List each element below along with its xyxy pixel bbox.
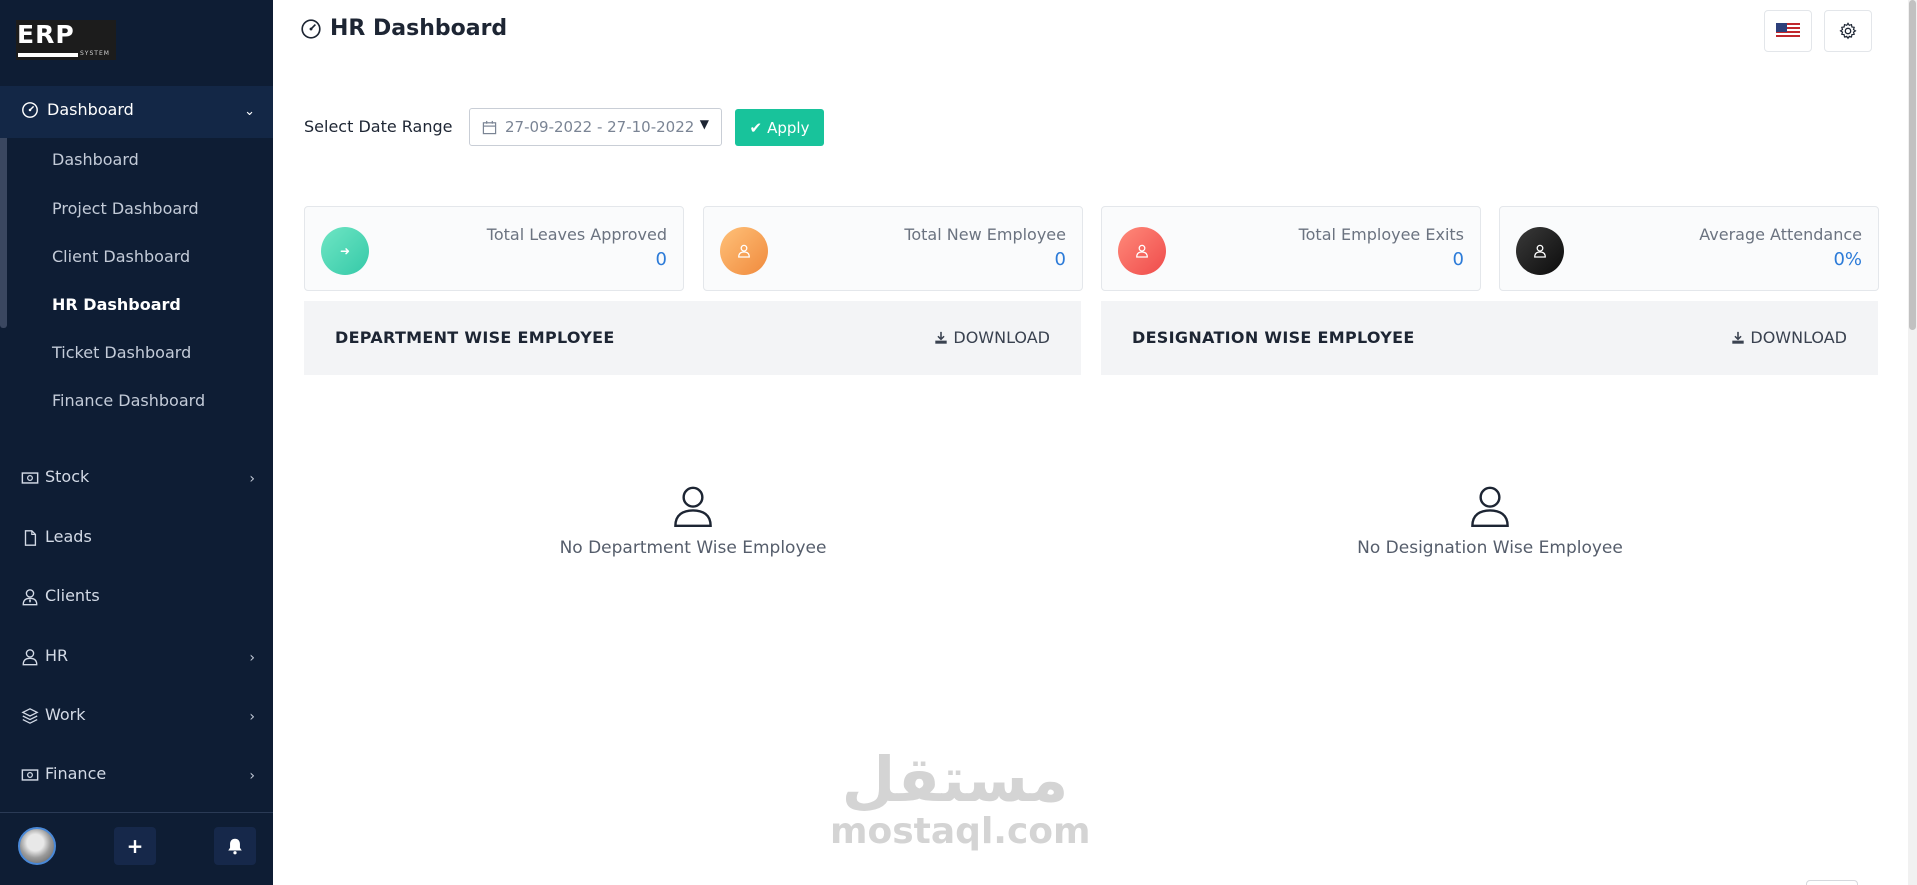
stat-card-employee-exits: Total Employee Exits 0 <box>1101 206 1481 291</box>
user-outline-icon <box>1471 486 1509 528</box>
page-title-text: HR Dashboard <box>330 16 508 41</box>
date-range-picker[interactable]: 27-09-2022 - 27-10-2022 ▼ <box>469 108 722 146</box>
download-label: DOWNLOAD <box>1750 328 1847 347</box>
panel-title: DEPARTMENT WISE EMPLOYEE <box>335 328 615 347</box>
logo-bar <box>18 53 78 57</box>
money-icon <box>21 769 39 781</box>
download-label: DOWNLOAD <box>953 328 1050 347</box>
download-icon <box>935 331 948 344</box>
sidebar-item-label: Stock <box>45 467 90 486</box>
sidebar-item-stock[interactable]: Stock › <box>0 465 273 495</box>
download-button[interactable]: DOWNLOAD <box>1731 328 1847 347</box>
chevron-down-icon: ⌄ <box>244 104 255 119</box>
user-icon <box>1118 227 1166 275</box>
sidebar-sub-dashboard[interactable]: Dashboard <box>52 150 139 169</box>
stat-card-new-employee: Total New Employee 0 <box>703 206 1083 291</box>
download-button[interactable]: DOWNLOAD <box>934 328 1050 347</box>
sidebar-sub-project-dashboard[interactable]: Project Dashboard <box>52 199 199 218</box>
chevron-right-icon: › <box>249 709 255 725</box>
sidebar-item-hr[interactable]: HR › <box>0 644 273 674</box>
settings-button[interactable] <box>1824 10 1872 52</box>
chevron-right-icon: › <box>249 768 255 784</box>
watermark: مستقل mostaql.com <box>830 743 1091 852</box>
apply-button[interactable]: ✔ Apply <box>735 109 824 146</box>
sidebar-sub-finance-dashboard[interactable]: Finance Dashboard <box>52 391 205 410</box>
sidebar-item-leads[interactable]: Leads <box>0 525 273 555</box>
corner-button[interactable] <box>1806 880 1858 885</box>
panel-designation-wise: DESIGNATION WISE EMPLOYEE DOWNLOAD <box>1101 301 1878 375</box>
sidebar-item-label: Clients <box>45 586 100 605</box>
dashboard-gauge-icon <box>22 102 38 118</box>
sidebar-item-label: Leads <box>45 527 92 546</box>
empty-state-text: No Department Wise Employee <box>559 538 827 558</box>
bell-icon <box>228 838 242 855</box>
erp-logo[interactable]: ERP SYSTEM <box>16 20 116 60</box>
date-range-label: Select Date Range <box>304 117 453 136</box>
logo-text: ERP <box>17 20 75 49</box>
stat-value: 0 <box>1054 249 1066 270</box>
stat-label: Average Attendance <box>1699 225 1862 244</box>
date-range-value: 27-09-2022 - 27-10-2022 <box>505 118 695 136</box>
sidebar-item-label: HR <box>45 646 69 665</box>
sidebar-item-clients[interactable]: Clients <box>0 584 273 614</box>
user-icon <box>1516 227 1564 275</box>
apply-label: Apply <box>767 118 810 137</box>
logo-subtext: SYSTEM <box>80 50 110 57</box>
empty-state-text: No Designation Wise Employee <box>1357 538 1623 558</box>
stat-value: 0 <box>1452 249 1464 270</box>
sign-out-icon: ➜ <box>321 227 369 275</box>
panel-department-wise: DEPARTMENT WISE EMPLOYEE DOWNLOAD <box>304 301 1081 375</box>
chevron-right-icon: › <box>249 471 255 487</box>
caret-down-icon: ▼ <box>699 117 709 131</box>
watermark-arabic: مستقل <box>841 743 1069 816</box>
scrollbar-thumb[interactable] <box>1909 0 1916 330</box>
stat-card-average-attendance: Average Attendance 0% <box>1499 206 1879 291</box>
stat-value: 0% <box>1833 249 1862 270</box>
sidebar: ERP SYSTEM Dashboard ⌄ Dashboard Project… <box>0 0 273 885</box>
sidebar-sub-client-dashboard[interactable]: Client Dashboard <box>52 247 190 266</box>
money-icon <box>21 472 39 484</box>
stat-label: Total Employee Exits <box>1298 225 1464 244</box>
stat-label: Total New Employee <box>904 225 1066 244</box>
page-title: HR Dashboard <box>300 16 507 41</box>
sidebar-group-label: Dashboard <box>47 100 134 119</box>
user-icon <box>22 649 38 666</box>
calendar-icon <box>482 120 497 134</box>
chevron-right-icon: › <box>249 650 255 666</box>
sidebar-item-label: Finance <box>45 764 107 783</box>
stat-label: Total Leaves Approved <box>486 225 667 244</box>
download-icon <box>1732 331 1745 344</box>
user-tie-icon <box>22 589 38 606</box>
language-button[interactable] <box>1764 10 1812 52</box>
file-icon <box>24 530 37 546</box>
notifications-button[interactable] <box>214 827 256 865</box>
empty-state-designation: No Designation Wise Employee <box>1290 484 1690 558</box>
watermark-latin: mostaql.com <box>830 811 1091 852</box>
user-icon <box>720 227 768 275</box>
us-flag-icon <box>1776 23 1800 39</box>
check-icon: ✔ <box>749 118 763 137</box>
user-outline-icon <box>674 486 712 528</box>
add-button[interactable]: + <box>114 827 156 865</box>
stat-card-leaves-approved: ➜ Total Leaves Approved 0 <box>304 206 684 291</box>
sidebar-item-finance[interactable]: Finance › <box>0 762 273 792</box>
gear-icon <box>1839 22 1857 40</box>
sidebar-footer: + <box>0 812 273 885</box>
sidebar-item-work[interactable]: Work › <box>0 703 273 733</box>
page-scrollbar[interactable] <box>1908 0 1917 885</box>
stat-value: 0 <box>655 249 667 270</box>
layers-icon <box>21 708 39 724</box>
sidebar-group-dashboard[interactable]: Dashboard ⌄ <box>0 86 273 138</box>
sidebar-sub-ticket-dashboard[interactable]: Ticket Dashboard <box>52 343 191 362</box>
empty-state-department: No Department Wise Employee <box>493 484 893 558</box>
panel-title: DESIGNATION WISE EMPLOYEE <box>1132 328 1415 347</box>
dashboard-gauge-icon <box>301 18 321 39</box>
sidebar-sub-hr-dashboard[interactable]: HR Dashboard <box>52 295 181 314</box>
avatar[interactable] <box>18 827 56 865</box>
sidebar-item-label: Work <box>45 705 86 724</box>
